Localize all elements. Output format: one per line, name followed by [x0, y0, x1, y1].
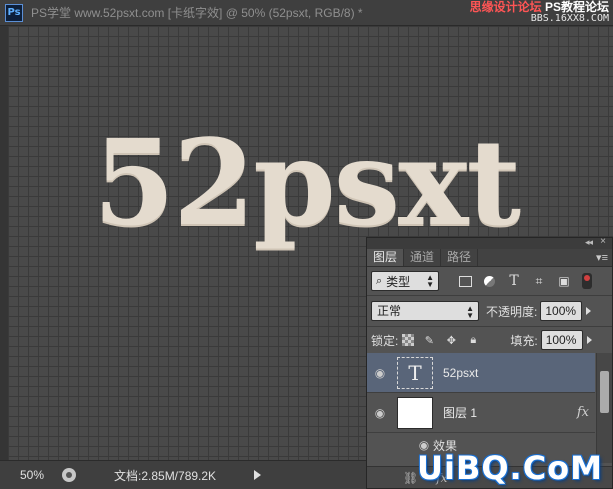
document-size-info: 文档:2.85M/789.2K: [114, 468, 217, 483]
blend-row: 正常 ▲ ▼ 不透明度: 100%: [367, 296, 612, 326]
layer-row-text[interactable]: ◉ T 52psxt: [367, 353, 595, 393]
blend-mode-select[interactable]: 正常 ▲ ▼: [371, 301, 479, 321]
filter-kind-select[interactable]: ⌕ 类型 ▲ ▼: [371, 271, 439, 291]
lock-brush-icon[interactable]: ✎: [422, 333, 436, 347]
forum-watermark: 思缘设计论坛 PS教程论坛 BBS.16XX8.COM: [470, 1, 609, 25]
zoom-level[interactable]: 50%: [20, 468, 56, 482]
watermark-forum-name: PS教程论坛: [544, 0, 609, 14]
opacity-input[interactable]: 100%: [540, 301, 583, 321]
layer-filter-row: ⌕ 类型 ▲ ▼ T ⌗ ▣: [367, 267, 612, 295]
tab-paths[interactable]: 路径: [441, 249, 479, 266]
panel-title-strip[interactable]: ◂◂ ×: [367, 236, 612, 249]
opacity-label: 不透明度:: [486, 304, 538, 319]
tab-channels[interactable]: 通道: [404, 249, 442, 266]
canvas-text-52psxt: 52psxt: [93, 113, 521, 252]
title-bar: Ps PS学堂 www.52psxt.com [卡纸字效] @ 50% (52p…: [0, 0, 613, 26]
text-layer-thumbnail: T: [397, 356, 433, 389]
lock-all-icon[interactable]: 🔒︎: [466, 333, 480, 347]
shape-filter-icon[interactable]: ⌗: [531, 273, 547, 289]
smart-object-filter-icon[interactable]: ▣: [556, 273, 572, 289]
corner-watermark: UiBQ.CoM: [416, 449, 603, 487]
lock-label: 锁定:: [371, 333, 399, 348]
status-menu-arrow-icon[interactable]: [254, 470, 262, 480]
blend-mode-value: 正常: [377, 304, 402, 318]
scrollbar-thumb[interactable]: [600, 371, 609, 413]
collapse-panel-icon[interactable]: ◂◂: [585, 237, 593, 248]
fill-slider-arrow-icon[interactable]: [586, 336, 592, 344]
watermark-site-name: 思缘设计论坛: [469, 0, 542, 14]
select-arrows-icon: ▲ ▼: [466, 304, 474, 320]
status-bar: 50% 文档:2.85M/789.2K: [0, 460, 370, 489]
document-tab-title[interactable]: PS学堂 www.52psxt.com [卡纸字效] @ 50% (52psxt…: [31, 4, 363, 21]
lock-row: 锁定: ✎ ✥ 🔒︎ 填充: 100%: [367, 327, 612, 353]
layer-list: ◉ T 52psxt ◉ 图层 1 fx ◉ 效果: [367, 353, 595, 457]
search-icon: ⌕: [376, 274, 383, 287]
watermark-url: BBS.16XX8.COM: [530, 13, 609, 24]
layer-row-pixel[interactable]: ◉ 图层 1 fx: [367, 393, 595, 433]
opacity-slider-arrow-icon[interactable]: [586, 307, 592, 315]
eye-icon[interactable]: ◉: [367, 366, 393, 380]
lock-move-icon[interactable]: ✥: [444, 333, 458, 347]
link-icon[interactable]: ⛓︎: [403, 471, 418, 485]
photoshop-logo-icon: Ps: [5, 3, 23, 22]
close-panel-icon[interactable]: ×: [600, 236, 606, 247]
pixel-layer-thumbnail: [397, 396, 433, 429]
panel-tabs: 图层 通道 路径 ▾≡: [367, 249, 612, 267]
layer-name[interactable]: 52psxt: [443, 366, 478, 380]
layers-scrollbar[interactable]: [596, 353, 612, 463]
filter-kind-label: 类型: [386, 274, 411, 289]
eye-icon[interactable]: ◉: [367, 406, 393, 420]
select-arrows-icon: ▲ ▼: [426, 273, 434, 289]
fill-input[interactable]: 100%: [540, 330, 583, 350]
fx-icon[interactable]: fx: [577, 405, 589, 420]
layer-name[interactable]: 图层 1: [443, 404, 477, 421]
adjustment-filter-icon[interactable]: [481, 273, 497, 289]
type-filter-icon[interactable]: T: [506, 273, 522, 289]
canvas-left-margin: [0, 26, 8, 460]
tab-layers[interactable]: 图层: [367, 249, 405, 266]
filter-toggle-switch[interactable]: [582, 273, 592, 289]
image-filter-icon[interactable]: [459, 275, 472, 287]
panel-menu-icon[interactable]: ▾≡: [596, 251, 608, 264]
proof-status-icon[interactable]: [62, 468, 76, 482]
lock-transparent-icon[interactable]: [402, 334, 415, 346]
fill-label: 填充:: [510, 333, 538, 348]
